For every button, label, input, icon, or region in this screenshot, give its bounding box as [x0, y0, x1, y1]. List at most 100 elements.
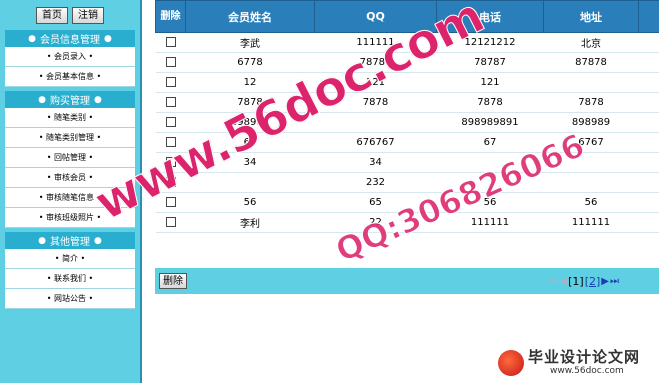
bullet-icon: ● — [94, 94, 102, 105]
table-row: 李武 111111 12121212 北京 — [155, 32, 659, 53]
header-name: 会员姓名 — [185, 0, 315, 33]
table-row: 232 — [155, 172, 659, 193]
cell-address: 56 — [543, 192, 639, 213]
menu-item-essay-category-manage[interactable]: • 随笔类别管理 • — [5, 128, 135, 148]
cell-address: 87878 — [543, 52, 639, 73]
logo-text: 毕业设计论文网 — [528, 348, 641, 366]
main-panel: 删除 会员姓名 QQ 电话 地址 李武 111111 12121212 北京 6778 7… — [155, 0, 659, 383]
table-row: 56 65 56 56 — [155, 192, 659, 213]
cell-qq: 232 — [314, 172, 437, 193]
cell-name: 12 — [185, 72, 315, 93]
cell-address: 7878 — [543, 92, 639, 113]
menu-group-member-label: 会员信息管理 — [40, 35, 100, 46]
home-button[interactable]: 首页 — [36, 6, 68, 24]
cell-phone: 12121212 — [436, 32, 544, 53]
cell-name: 56 — [185, 192, 315, 213]
row-checkbox[interactable] — [165, 117, 176, 127]
footer-bar: 删除 ⏮ ◀ [1] [2] ▶ ⏭ — [155, 268, 659, 294]
menu-item-intro[interactable]: • 简介 • — [5, 249, 135, 269]
logo-url: www.56doc.com — [550, 366, 624, 376]
row-select-cell — [155, 112, 186, 133]
row-checkbox[interactable] — [165, 137, 176, 147]
table-row: 7878 7878 7878 7878 — [155, 92, 659, 113]
header-extra — [638, 0, 659, 33]
menu-item-member-entry[interactable]: • 会员录入 • — [5, 47, 135, 67]
first-page-icon[interactable]: ⏮ — [549, 276, 558, 287]
cell-phone: 898989891 — [436, 112, 544, 133]
menu-item-essay-category[interactable]: • 随笔类别 • — [5, 108, 135, 128]
cell-extra — [638, 72, 659, 93]
cell-extra — [638, 132, 659, 153]
cell-address — [543, 152, 639, 173]
cell-extra — [638, 52, 659, 73]
table-row: 34 34 — [155, 152, 659, 173]
menu-item-review-essay[interactable]: • 审核随笔信息 • — [5, 188, 135, 208]
cell-qq — [314, 112, 437, 133]
logo-mark-icon — [498, 350, 524, 376]
cell-name: 898989 — [185, 112, 315, 133]
row-select-cell — [155, 152, 186, 173]
cell-qq: 121 — [314, 72, 437, 93]
row-checkbox[interactable] — [165, 197, 176, 207]
cell-extra — [638, 192, 659, 213]
row-checkbox[interactable] — [165, 217, 176, 227]
app-window: 首页 注销 ● 会员信息管理 ● • 会员录入 • • 会员基本信息 • ● 购… — [0, 0, 659, 383]
delete-button[interactable]: 删除 — [159, 273, 187, 289]
menu-group-member[interactable]: ● 会员信息管理 ● — [5, 30, 135, 47]
header-delete: 删除 — [155, 0, 186, 33]
row-select-cell — [155, 72, 186, 93]
bullet-icon: ● — [94, 235, 102, 246]
prev-page-icon[interactable]: ◀ — [559, 276, 567, 287]
member-table: 删除 会员姓名 QQ 电话 地址 李武 111111 12121212 北京 6778 7… — [155, 0, 659, 233]
cell-phone: 111111 — [436, 212, 544, 233]
menu-item-review-photos[interactable]: • 审核班级照片 • — [5, 208, 135, 228]
pager: ⏮ ◀ [1] [2] ▶ ⏭ — [549, 275, 619, 288]
row-checkbox[interactable] — [165, 37, 176, 47]
table-header-row: 删除 会员姓名 QQ 电话 地址 — [155, 0, 659, 33]
cell-qq: 22 — [314, 212, 437, 233]
menu-item-member-info[interactable]: • 会员基本信息 • — [5, 67, 135, 87]
cell-name — [185, 172, 315, 193]
cell-extra — [638, 32, 659, 53]
header-phone: 电话 — [436, 0, 544, 33]
cell-phone: 56 — [436, 192, 544, 213]
menu-item-reply-manage[interactable]: • 回帖管理 • — [5, 148, 135, 168]
cell-address: 111111 — [543, 212, 639, 233]
menu-group-other[interactable]: ● 其他管理 ● — [5, 232, 135, 249]
cell-name: 李武 — [185, 32, 315, 53]
cell-qq: 676767 — [314, 132, 437, 153]
header-qq: QQ — [314, 0, 437, 33]
row-select-cell — [155, 212, 186, 233]
row-checkbox[interactable] — [165, 177, 176, 187]
cell-address: 6767 — [543, 132, 639, 153]
menu-item-review-member[interactable]: • 审核会员 • — [5, 168, 135, 188]
next-page-icon[interactable]: ▶ — [601, 276, 609, 287]
table-row: 898989 898989891 898989 — [155, 112, 659, 133]
menu-item-announcement[interactable]: • 网站公告 • — [5, 289, 135, 309]
page-2-link[interactable]: [2] — [585, 275, 601, 288]
row-checkbox[interactable] — [165, 77, 176, 87]
cell-extra — [638, 212, 659, 233]
cell-phone: 78787 — [436, 52, 544, 73]
last-page-icon[interactable]: ⏭ — [610, 276, 619, 287]
menu-group-purchase[interactable]: ● 购买管理 ● — [5, 91, 135, 108]
cell-phone: 7878 — [436, 92, 544, 113]
row-checkbox[interactable] — [165, 57, 176, 67]
row-select-cell — [155, 92, 186, 113]
cell-name: 6778 — [185, 52, 315, 73]
table-row: 6778 78787 78787 87878 — [155, 52, 659, 73]
cell-address — [543, 172, 639, 193]
cell-phone: 67 — [436, 132, 544, 153]
row-select-cell — [155, 52, 186, 73]
cell-name: 7878 — [185, 92, 315, 113]
bullet-icon: ● — [28, 33, 36, 44]
logout-button[interactable]: 注销 — [72, 6, 104, 24]
row-checkbox[interactable] — [165, 97, 176, 107]
cell-qq: 65 — [314, 192, 437, 213]
row-checkbox[interactable] — [165, 157, 176, 167]
cell-phone — [436, 172, 544, 193]
header-address: 地址 — [543, 0, 639, 33]
cell-qq: 111111 — [314, 32, 437, 53]
row-select-cell — [155, 132, 186, 153]
menu-item-contact[interactable]: • 联系我们 • — [5, 269, 135, 289]
